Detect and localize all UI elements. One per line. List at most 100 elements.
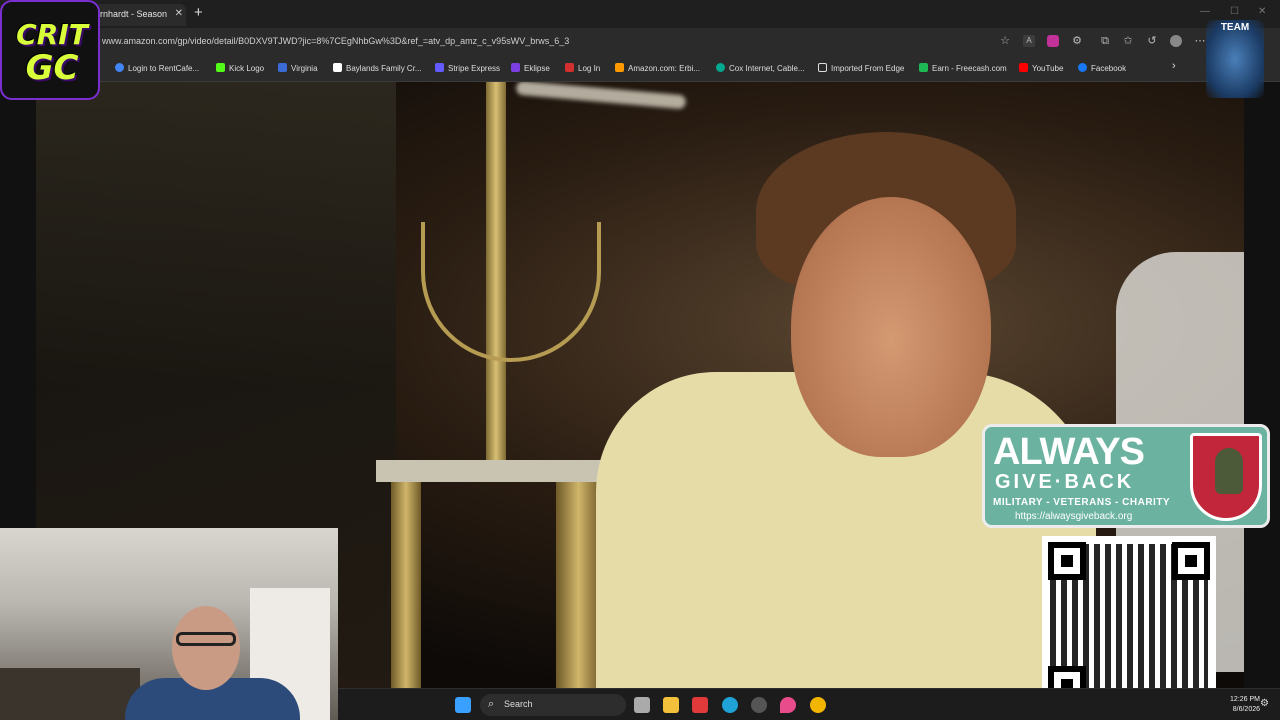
freecash-favicon-icon	[919, 63, 928, 72]
trophy-column	[556, 482, 601, 688]
qr-finder-pattern	[1172, 542, 1210, 580]
favorites-icon[interactable]: ✩	[1122, 35, 1134, 47]
bookmark-label: Facebook	[1091, 64, 1127, 73]
kick-favicon-icon	[216, 63, 225, 72]
bookmark-label: Baylands Family Cr...	[346, 64, 422, 73]
clock-date: 8/6/2026	[1232, 706, 1260, 713]
bookmark-item[interactable]: Stripe Express	[435, 63, 500, 73]
windows-start-icon[interactable]	[455, 697, 471, 713]
agb-subtitle: GIVE·BACK	[995, 471, 1135, 493]
notification-bell-icon[interactable]: ⚙	[1260, 698, 1269, 709]
edge-browser-icon[interactable]	[722, 697, 738, 713]
bookmark-label: Cox Internet, Cable...	[729, 64, 805, 73]
taskbar-search[interactable]: ⌕ Search	[480, 694, 626, 716]
always-give-back-banner: ALWAYS GIVE·BACK MILITARY - VETERANS - C…	[982, 424, 1270, 528]
address-bar-url[interactable]: www.amazon.com/gp/video/detail/B0DXV9TJW…	[102, 36, 569, 46]
task-view-icon[interactable]	[634, 697, 650, 713]
soldier-icon	[1215, 448, 1243, 494]
tab-close-icon[interactable]: ✕	[175, 8, 183, 19]
crit-logo-line2: GC	[25, 48, 79, 88]
close-window-button[interactable]: ✕	[1258, 6, 1266, 17]
bookmark-favicon-icon	[333, 63, 342, 72]
chrome-browser-icon[interactable]	[810, 697, 826, 713]
streamer-glasses	[176, 632, 236, 646]
translate-icon[interactable]: A	[1023, 35, 1035, 47]
bookmark-favicon-icon	[115, 63, 124, 72]
history-icon[interactable]: ↺	[1146, 35, 1158, 47]
bookmark-item[interactable]: Earn - Freecash.com	[919, 63, 1007, 73]
pink-app-icon[interactable]	[780, 697, 796, 713]
bookmark-label: Kick Logo	[229, 64, 265, 73]
bookmark-item[interactable]: YouTube	[1019, 63, 1063, 73]
active-tab[interactable]: rnhardt - Season 1 | ✕	[92, 4, 186, 26]
stripe-favicon-icon	[435, 63, 444, 72]
bookmark-item[interactable]: Eklipse	[511, 63, 550, 73]
file-explorer-icon[interactable]	[663, 697, 679, 713]
bookmark-item[interactable]: Kick Logo	[216, 63, 264, 73]
bookmark-label: Amazon.com: Erbi...	[628, 64, 701, 73]
split-icon[interactable]: ⧉	[1099, 35, 1111, 47]
more-icon[interactable]: ⋯	[1194, 35, 1206, 47]
bookmark-label: Stripe Express	[448, 64, 501, 73]
man-face	[791, 197, 991, 457]
light-streak	[515, 82, 687, 110]
bookmark-favicon-icon	[278, 63, 287, 72]
trophy-cup	[421, 222, 601, 362]
bookmarks-overflow-chevron-icon[interactable]: ›	[1172, 60, 1176, 72]
bookmark-item[interactable]: Baylands Family Cr...	[333, 63, 422, 73]
soldier-shield-icon	[1190, 433, 1262, 521]
clock-time: 12:26 PM	[1230, 696, 1260, 703]
streamer-head	[172, 606, 240, 690]
bookmark-label: Virginia	[291, 64, 318, 73]
tab-title: rnhardt - Season 1 |	[100, 9, 170, 19]
trophy-column	[391, 482, 421, 688]
taskbar-clock[interactable]: 12:26 PM 8/6/2026	[1216, 695, 1260, 715]
youtube-favicon-icon	[1019, 63, 1028, 72]
amazon-favicon-icon	[615, 63, 624, 72]
bookmark-favicon-icon	[565, 63, 574, 72]
bookmark-item[interactable]: Login to RentCafe...	[115, 63, 199, 73]
crit-gc-logo: CRIT GC	[0, 0, 100, 100]
windows-taskbar: ⌕ Search 12:26 PM 8/6/2026 ⚙	[338, 688, 1280, 720]
maximize-button[interactable]: ☐	[1230, 6, 1239, 17]
bookmark-item[interactable]: Log In	[565, 63, 600, 73]
new-tab-button[interactable]: +	[194, 5, 203, 20]
webcam-shelf	[0, 668, 140, 720]
puzzle-icon[interactable]: ⚙	[1071, 35, 1083, 47]
bookmark-label: Log In	[578, 64, 601, 73]
crit-logo-line1: CRIT	[16, 18, 88, 51]
profile-icon[interactable]	[1170, 35, 1182, 47]
agb-tagline: MILITARY - VETERANS - CHARITY	[993, 497, 1171, 508]
browser-tab-bar: rnhardt - Season 1 | ✕ + — ☐ ✕	[0, 0, 1280, 28]
red-app-icon[interactable]	[692, 697, 708, 713]
bookmark-item[interactable]: Virginia	[278, 63, 318, 73]
search-icon: ⌕	[488, 698, 495, 710]
bookmark-item[interactable]: Facebook	[1078, 63, 1126, 73]
team-logo: TEAM	[1206, 20, 1264, 98]
qr-code	[1042, 536, 1216, 710]
bookmark-label: YouTube	[1032, 64, 1064, 73]
bookmark-item[interactable]: Amazon.com: Erbi...	[615, 63, 700, 73]
team-logo-text: TEAM	[1220, 22, 1250, 33]
address-bar-row: www.amazon.com/gp/video/detail/B0DXV9TJW…	[0, 28, 1280, 56]
star-icon[interactable]: ☆	[999, 35, 1011, 47]
folder-icon	[818, 63, 827, 72]
eklipse-favicon-icon	[511, 63, 520, 72]
cox-favicon-icon	[716, 63, 725, 72]
webcam-feed	[0, 528, 338, 720]
bookmark-item[interactable]: Cox Internet, Cable...	[716, 63, 805, 73]
bookmark-label: Login to RentCafe...	[128, 64, 200, 73]
facebook-favicon-icon	[1078, 63, 1087, 72]
search-label: Search	[504, 699, 533, 709]
bookmark-folder[interactable]: Imported From Edge	[818, 63, 904, 73]
bookmark-label: Eklipse	[524, 64, 550, 73]
agb-url: https://alwaysgiveback.org	[1015, 511, 1133, 522]
extension-pink-icon[interactable]	[1047, 35, 1059, 47]
trophy-base	[376, 460, 621, 482]
obs-icon[interactable]	[751, 697, 767, 713]
minimize-button[interactable]: —	[1200, 6, 1210, 17]
bookmarks-bar: Login to RentCafe... Kick Logo Virginia …	[0, 56, 1280, 82]
bookmark-label: Imported From Edge	[831, 64, 905, 73]
bookmark-label: Earn - Freecash.com	[932, 64, 1007, 73]
qr-finder-pattern	[1048, 542, 1086, 580]
